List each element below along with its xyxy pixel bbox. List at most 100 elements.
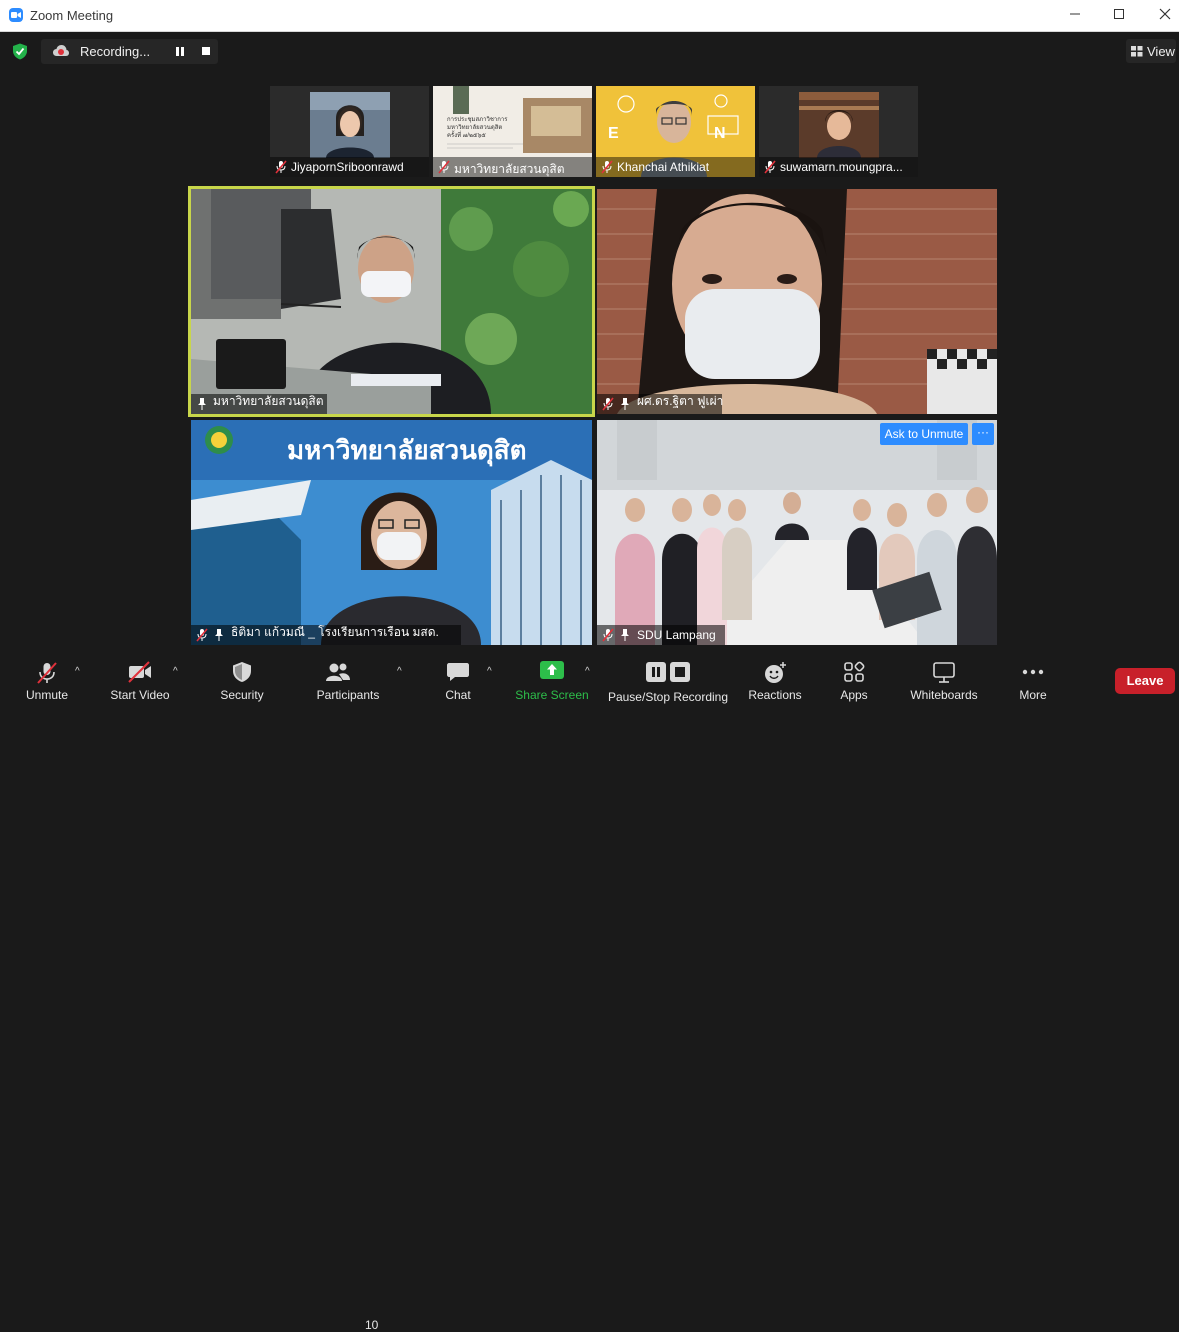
maximize-icon	[1114, 9, 1124, 19]
view-label: View	[1147, 44, 1175, 59]
slide-line: การประชุมสภาวิชาการ	[447, 117, 508, 123]
participant-name: มหาวิทยาลัยสวนดุสิต	[454, 162, 565, 176]
video-tile[interactable]: ผศ.ดร.ฐิตา ฟูเผ่า	[597, 189, 997, 414]
participant-name: Khanchai Athikiat	[617, 160, 710, 174]
muted-mic-icon	[602, 628, 614, 642]
minimize-icon	[1070, 13, 1080, 15]
reactions-label: Reactions	[748, 688, 802, 702]
name-bar: มหาวิทยาลัยสวนดุสิต	[433, 157, 592, 177]
participant-name: ผศ.ดร.ฐิตา ฟูเผ่า	[637, 394, 724, 408]
pin-icon	[198, 398, 206, 410]
cloud-record-icon	[53, 45, 69, 56]
audio-options-caret[interactable]: ^	[75, 666, 80, 677]
tile-more-options-button[interactable]: ···	[972, 423, 994, 445]
participants-label: Participants	[316, 688, 380, 702]
thumbnail-participant[interactable]: suwamarn.moungpra...	[759, 86, 918, 177]
unmute-button[interactable]: Unmute	[14, 655, 80, 709]
slide-line: ครั้งที่ ๗/๒๕๖๕	[447, 133, 486, 139]
share-options-caret[interactable]: ^	[585, 666, 590, 677]
muted-mic-icon	[601, 160, 613, 174]
video-options-caret[interactable]: ^	[173, 666, 178, 677]
participant-video	[191, 189, 592, 414]
reactions-icon	[765, 662, 786, 683]
view-button[interactable]: View	[1126, 39, 1176, 63]
chat-options-caret[interactable]: ^	[487, 666, 492, 677]
video-tile[interactable]: มหาวิทยาลัยสวนดุสิต ธิติมา แก้วมณี _ โรง…	[191, 420, 592, 645]
thumbnail-participant[interactable]: การประชุมสภาวิชาการ มหาวิทยาลัยสวนดุสิต …	[433, 86, 592, 177]
whiteboards-button[interactable]: Whiteboards	[904, 655, 984, 709]
participants-count: 10	[365, 1318, 379, 1332]
participant-name: suwamarn.moungpra...	[780, 160, 903, 174]
name-bar: JiyapornSriboonrawd	[270, 157, 429, 177]
stop-recording-icon[interactable]	[202, 47, 210, 55]
participants-icon	[325, 663, 350, 681]
apps-icon	[844, 661, 865, 682]
chat-button[interactable]: Chat	[432, 655, 484, 709]
share-screen-button[interactable]: Share Screen	[512, 655, 592, 709]
minimize-button[interactable]	[1060, 4, 1090, 26]
meeting-toolbar: Unmute ^ Start Video ^ Security Particip…	[0, 655, 1179, 1332]
thumbnail-participant[interactable]: JiyapornSriboonrawd	[270, 86, 429, 177]
name-bar: Khanchai Athikiat	[596, 157, 755, 177]
apps-label: Apps	[840, 688, 868, 702]
start-video-button[interactable]: Start Video	[105, 655, 175, 709]
chat-icon	[447, 663, 469, 681]
recording-indicator: Recording...	[41, 39, 218, 64]
pause-stop-recording-button[interactable]: Pause/Stop Recording	[606, 655, 730, 709]
pause-stop-recording-label: Pause/Stop Recording	[607, 690, 729, 704]
close-button[interactable]	[1150, 4, 1179, 26]
share-screen-icon	[540, 661, 564, 679]
participant-video	[597, 189, 997, 414]
shield-icon	[233, 662, 251, 682]
grid-view-icon	[1131, 46, 1143, 57]
more-label: More	[1019, 688, 1047, 702]
reactions-button[interactable]: Reactions	[742, 655, 808, 709]
muted-mic-icon	[602, 397, 614, 411]
start-video-label: Start Video	[110, 688, 170, 702]
svg-text:N: N	[714, 125, 726, 142]
security-label: Security	[220, 688, 264, 702]
recording-label: Recording...	[80, 44, 151, 59]
muted-mic-icon	[196, 628, 208, 642]
video-off-icon	[128, 661, 151, 683]
participant-name: JiyapornSriboonrawd	[291, 160, 404, 174]
slide-text: การประชุมสภาวิชาการ มหาวิทยาลัยสวนดุสิต …	[447, 116, 508, 140]
pause-stop-recording-icon	[646, 662, 690, 682]
muted-microphone-icon	[37, 662, 57, 684]
close-icon	[1159, 8, 1171, 20]
participant-name: SDU Lampang	[637, 628, 716, 642]
whiteboards-label: Whiteboards	[910, 688, 978, 702]
video-tile[interactable]: SDU Lampang	[597, 420, 997, 645]
share-screen-label: Share Screen	[515, 688, 589, 702]
svg-text:E: E	[608, 125, 619, 142]
maximize-button[interactable]	[1104, 4, 1134, 26]
pause-recording-icon[interactable]	[175, 47, 185, 56]
muted-mic-icon	[438, 160, 450, 174]
video-tile-active-speaker[interactable]: มหาวิทยาลัยสวนดุสิต	[191, 189, 592, 414]
pin-icon	[215, 629, 223, 641]
ask-to-unmute-button[interactable]: Ask to Unmute	[880, 423, 968, 445]
apps-button[interactable]: Apps	[830, 655, 878, 709]
participant-video	[597, 420, 997, 645]
participant-name: ธิติมา แก้วมณี _ โรงเรียนการเรือน มสด.	[231, 625, 439, 639]
banner-text: มหาวิทยาลัยสวนดุสิต	[287, 435, 527, 465]
more-button[interactable]: More	[1010, 655, 1056, 709]
window-title: Zoom Meeting	[30, 8, 114, 23]
muted-mic-icon	[764, 160, 776, 174]
whiteboard-icon	[933, 662, 955, 683]
pin-icon	[621, 629, 629, 641]
zoom-app-icon	[9, 8, 23, 22]
participant-name: มหาวิทยาลัยสวนดุสิต	[213, 394, 324, 408]
leave-button[interactable]: Leave	[1115, 668, 1175, 694]
slide-line: มหาวิทยาลัยสวนดุสิต	[447, 125, 503, 131]
muted-mic-icon	[275, 160, 287, 174]
name-bar: suwamarn.moungpra...	[759, 157, 918, 177]
participants-button[interactable]: Participants	[312, 655, 384, 709]
thumbnail-participant[interactable]: E N Khanchai Athikiat	[596, 86, 755, 177]
unmute-label: Unmute	[25, 688, 69, 702]
pin-icon	[621, 398, 629, 410]
title-bar: Zoom Meeting	[0, 0, 1179, 32]
security-button[interactable]: Security	[210, 655, 274, 709]
participants-options-caret[interactable]: ^	[397, 666, 402, 677]
security-shield-icon[interactable]	[12, 43, 28, 60]
